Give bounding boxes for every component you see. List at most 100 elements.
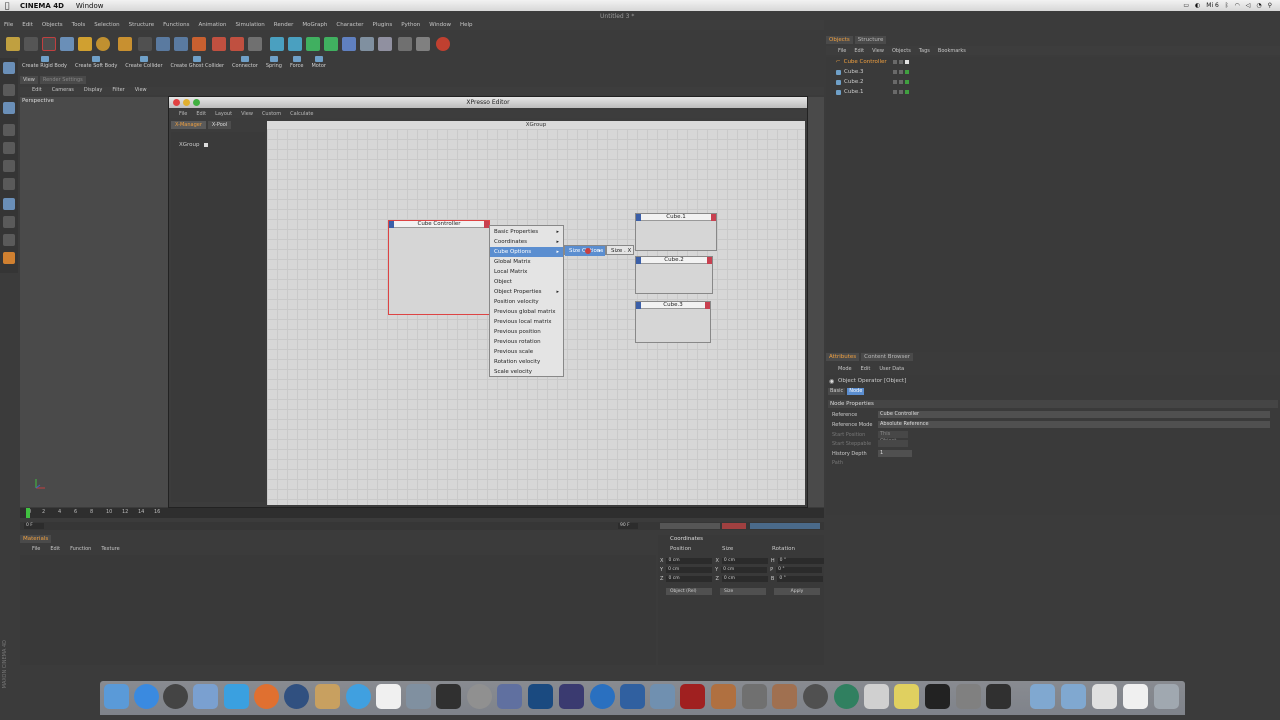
launchpad-icon[interactable] <box>163 684 188 709</box>
minimize-window-icon[interactable] <box>183 99 190 106</box>
dvd-player-icon[interactable] <box>803 684 828 709</box>
object-row-cube-3[interactable]: Cube.3 <box>836 69 909 75</box>
attributes-menu-user-data[interactable]: User Data <box>879 366 904 372</box>
menu-functions[interactable]: Functions <box>163 22 189 28</box>
size-mode-select[interactable]: Size <box>720 588 766 595</box>
xpresso-menu-view[interactable]: View <box>241 111 253 117</box>
start-position-select[interactable]: This Object <box>878 431 908 444</box>
preview-icon[interactable] <box>193 684 218 709</box>
history-depth-field[interactable]: 1 <box>878 450 912 457</box>
tree-item-xgroup[interactable]: XGroup <box>179 142 208 148</box>
play-controls[interactable] <box>660 523 720 529</box>
volume-icon[interactable]: ◁ <box>1246 2 1251 9</box>
node-cube-controller[interactable]: Cube Controller <box>388 220 490 315</box>
clock-icon[interactable]: ◔ <box>1256 2 1261 9</box>
tab-x-manager[interactable]: X-Manager <box>171 121 206 129</box>
enable-axis-icon[interactable] <box>3 178 15 190</box>
finder-icon[interactable] <box>104 684 129 709</box>
rotate-tool-icon[interactable] <box>96 37 110 51</box>
objects-menu-objects[interactable]: Objects <box>892 48 911 54</box>
node-cube-2[interactable]: Cube.2 <box>635 256 713 294</box>
solo-icon[interactable] <box>3 252 15 264</box>
xpresso-menu-edit[interactable]: Edit <box>196 111 206 117</box>
apple-menu-icon[interactable]:  <box>0 1 14 10</box>
mac-menu-window[interactable]: Window <box>76 2 104 10</box>
material-manager[interactable] <box>20 555 656 665</box>
attributes-menu-edit[interactable]: Edit <box>861 366 871 372</box>
menu-edit[interactable]: Edit <box>22 22 33 28</box>
move-tool-icon[interactable] <box>60 37 74 51</box>
tweak-mode-icon[interactable] <box>3 198 15 210</box>
menu-selection[interactable]: Selection <box>94 22 119 28</box>
viewport-menu-cameras[interactable]: Cameras <box>52 87 74 95</box>
coordinate-mode-select[interactable]: Object (Rel) <box>666 588 712 595</box>
camera-icon[interactable] <box>398 37 412 51</box>
materials-menu-edit[interactable]: Edit <box>50 546 60 552</box>
realflow-icon[interactable] <box>620 684 645 709</box>
start-frame-field[interactable]: 0 F <box>24 523 44 529</box>
tab-render-settings[interactable]: Render Settings <box>39 76 86 84</box>
object-row-cube-1[interactable]: Cube.1 <box>836 89 909 95</box>
subtab-basic[interactable]: Basic <box>828 388 846 395</box>
render-view-icon[interactable] <box>212 37 226 51</box>
menu-item-coordinates[interactable]: Coordinates ▸ <box>490 237 563 247</box>
photoshop-icon[interactable] <box>528 684 553 709</box>
spotlight-icon[interactable]: ⚲ <box>1268 2 1272 9</box>
start-steppable-field[interactable] <box>878 440 908 447</box>
menu-simulation[interactable]: Simulation <box>235 22 264 28</box>
after-effects-icon[interactable] <box>559 684 584 709</box>
visibility-flags[interactable] <box>893 69 915 75</box>
applications-folder-icon[interactable] <box>1030 684 1055 709</box>
menu-file[interactable]: File <box>4 22 13 28</box>
object-row-cube-2[interactable]: Cube.2 <box>836 79 909 85</box>
menu-item-cube-options[interactable]: Cube Options ▸ <box>490 247 563 257</box>
menu-mograph[interactable]: MoGraph <box>302 22 327 28</box>
xpresso-menu-custom[interactable]: Custom <box>262 111 281 117</box>
menu-item-object-properties[interactable]: Object Properties ▸ <box>490 287 563 297</box>
documents-folder-icon[interactable] <box>1061 684 1086 709</box>
time-machine-icon[interactable] <box>834 684 859 709</box>
viewport-menu-filter[interactable]: Filter <box>112 87 124 95</box>
workplane-icon[interactable] <box>3 234 15 246</box>
add-object-icon[interactable] <box>118 37 132 51</box>
visibility-flags[interactable] <box>893 89 915 95</box>
tab-attributes[interactable]: Attributes <box>826 353 860 361</box>
final-cut-icon[interactable] <box>436 684 461 709</box>
mac-menu-app[interactable]: CINEMA 4D <box>20 2 64 10</box>
menu-item-previous-scale[interactable]: Previous scale <box>490 347 563 357</box>
playhead-marker[interactable] <box>26 508 30 518</box>
polygons-mode-icon[interactable] <box>3 160 15 172</box>
book-app-icon[interactable] <box>680 684 705 709</box>
xpresso-title[interactable]: XPresso Editor <box>169 97 807 108</box>
end-frame-field[interactable]: 90 F <box>618 523 638 529</box>
wifi-icon[interactable]: ◠ <box>1234 2 1239 9</box>
menu-animation[interactable]: Animation <box>198 22 226 28</box>
size-x-field[interactable]: 0 cm <box>721 558 768 564</box>
nurbs-icon[interactable] <box>306 37 320 51</box>
media-app-icon[interactable] <box>650 684 675 709</box>
scene-icon[interactable] <box>360 37 374 51</box>
tab-x-pool[interactable]: X-Pool <box>207 121 232 129</box>
record-icon[interactable] <box>436 37 450 51</box>
contacts-icon[interactable] <box>315 684 340 709</box>
terminal-icon[interactable] <box>986 684 1011 709</box>
position-y-field[interactable]: 0 cm <box>666 567 713 573</box>
downloads-stack-icon[interactable] <box>1123 684 1148 709</box>
menu-window[interactable]: Window <box>429 22 451 28</box>
visibility-flags[interactable] <box>893 79 915 85</box>
itunes-icon[interactable] <box>346 684 371 709</box>
amazon-app-icon[interactable] <box>925 684 950 709</box>
objects-menu-tags[interactable]: Tags <box>919 48 930 54</box>
star-app-icon[interactable] <box>742 684 767 709</box>
redo-icon[interactable] <box>24 37 38 51</box>
twitter-icon[interactable] <box>224 684 249 709</box>
apply-button[interactable]: Apply <box>774 588 820 595</box>
tab-content-browser[interactable]: Content Browser <box>861 353 914 361</box>
bluetooth-icon[interactable]: ᛒ <box>1225 2 1229 9</box>
trash-icon[interactable] <box>1154 684 1179 709</box>
render-settings-icon[interactable] <box>248 37 262 51</box>
menu-item-previous-local-matrix[interactable]: Previous local matrix <box>490 317 563 327</box>
menu-item-position-velocity[interactable]: Position velocity <box>490 297 563 307</box>
spring-button[interactable]: Spring <box>264 56 284 74</box>
aperture-icon[interactable] <box>467 684 492 709</box>
